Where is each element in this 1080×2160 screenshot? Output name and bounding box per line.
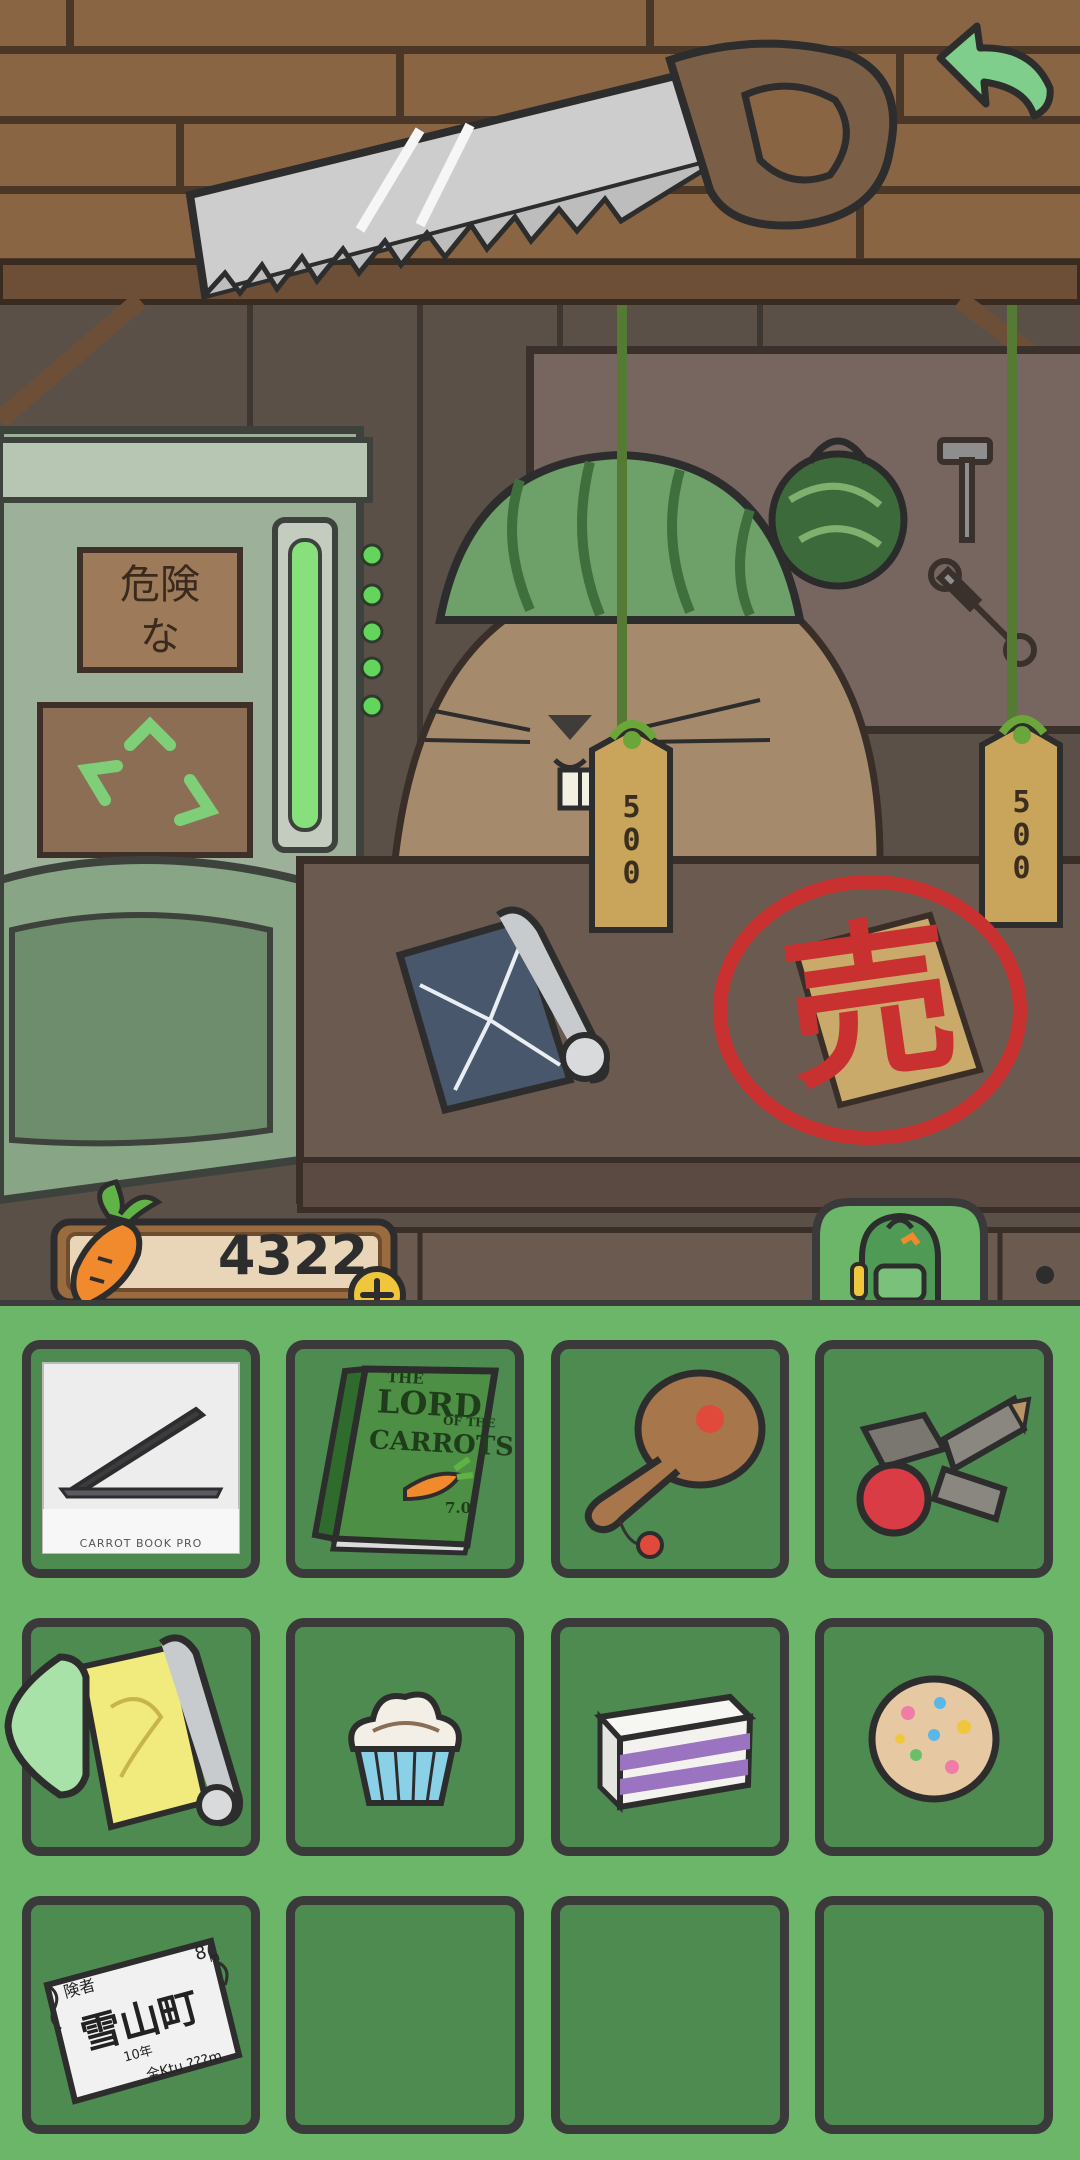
laptop-caption: CARROT BOOK PRO: [79, 1537, 203, 1550]
back-arrow-icon: [936, 22, 1054, 120]
paddle-toy-icon: [584, 1369, 766, 1559]
inventory-slot-cake-slice[interactable]: [551, 1618, 789, 1856]
kendama-icon: [856, 1394, 1032, 1537]
price-tag-label: 500: [614, 790, 649, 889]
svg-text:な: な: [140, 614, 180, 660]
cupcake-icon: [348, 1691, 462, 1806]
book-suffix: 7.0: [445, 1499, 472, 1517]
scroll-left-arrow[interactable]: [0, 1651, 95, 1801]
inventory-panel: CARROT BOOK PRO THE LORD OF THE CARROTS …: [0, 1300, 1080, 2160]
inventory-slot-ticket[interactable]: 険者 8 m 雪山町 10年 全Ktu ???m: [22, 1896, 260, 2134]
inventory-slot-book[interactable]: THE LORD OF THE CARROTS 7.0: [286, 1340, 524, 1578]
book-title-of-the: OF THE: [442, 1413, 496, 1431]
inventory-slot-paddle-toy[interactable]: [551, 1340, 789, 1578]
price-tag[interactable]: 500: [582, 720, 680, 933]
svg-text:危険: 危険: [120, 562, 200, 608]
inventory-slot-cupcake[interactable]: [286, 1618, 524, 1856]
sold-stamp-label: 売: [772, 895, 968, 1115]
sold-out-stamp: 売: [700, 860, 1040, 1150]
laptop-icon: [42, 1362, 240, 1554]
inventory-slot-empty[interactable]: [286, 1896, 524, 2134]
carrot-icon: [48, 1178, 178, 1318]
inventory-slot-empty[interactable]: [551, 1896, 789, 2134]
inventory-slot-laptop[interactable]: CARROT BOOK PRO: [22, 1340, 260, 1578]
inventory-slot-empty[interactable]: [815, 1896, 1053, 2134]
cookie-icon: [868, 1675, 1000, 1803]
shop-scene: 危険 な 500 500 売: [0, 0, 1080, 1300]
chevron-left-icon: [4, 1653, 90, 1799]
back-button[interactable]: [922, 18, 1062, 128]
inventory-slot-kendama[interactable]: [815, 1340, 1053, 1578]
cake-slice-icon: [594, 1693, 757, 1814]
inventory-slot-cookie[interactable]: [815, 1618, 1053, 1856]
